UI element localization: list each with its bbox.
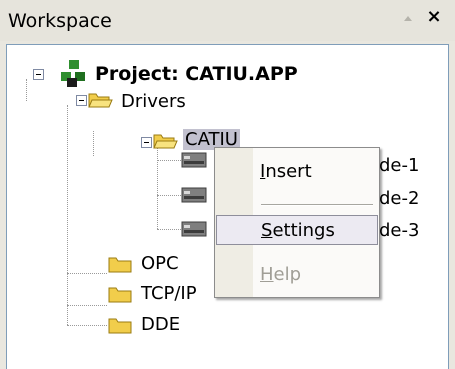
folder-label-opc[interactable]: OPC <box>141 253 179 274</box>
drivers-collapse-toggle[interactable] <box>76 95 87 106</box>
device-icon <box>181 152 207 168</box>
project-label[interactable]: Project: CATIU.APP <box>95 63 298 85</box>
node-label[interactable]: de-3 <box>379 220 419 241</box>
menu-item-insert[interactable]: Insert <box>216 157 378 187</box>
close-icon[interactable]: × <box>424 7 444 27</box>
menu-item-settings[interactable]: Settings <box>216 215 378 245</box>
node-label[interactable]: de-1 <box>379 155 419 176</box>
workspace-panel: Workspace × Project: CATIU.APP Drivers C… <box>0 0 455 369</box>
folder-label-tcpip[interactable]: TCP/IP <box>141 283 197 304</box>
drivers-label[interactable]: Drivers <box>121 91 186 112</box>
device-icon <box>181 187 207 203</box>
panel-title: Workspace <box>8 10 112 32</box>
folder-open-icon <box>88 93 113 108</box>
folder-icon <box>108 257 132 273</box>
workspace-titlebar: Workspace × <box>0 0 455 41</box>
menu-separator <box>261 204 373 206</box>
menu-item-help[interactable]: Help <box>216 260 378 290</box>
node-label[interactable]: de-2 <box>379 188 419 209</box>
folder-open-icon <box>153 134 178 149</box>
menu-item-label: Help <box>260 264 302 285</box>
menu-item-label: Settings <box>261 220 335 241</box>
folder-icon <box>108 318 132 334</box>
pin-icon[interactable] <box>400 11 416 27</box>
folder-label-dde[interactable]: DDE <box>141 314 180 335</box>
project-icon <box>61 60 85 87</box>
project-collapse-toggle[interactable] <box>33 69 44 80</box>
context-menu: Insert Settings Help <box>214 147 380 298</box>
driver-collapse-toggle[interactable] <box>141 137 152 148</box>
device-icon <box>181 221 207 237</box>
folder-icon <box>108 287 132 303</box>
menu-item-label: Insert <box>260 161 312 182</box>
